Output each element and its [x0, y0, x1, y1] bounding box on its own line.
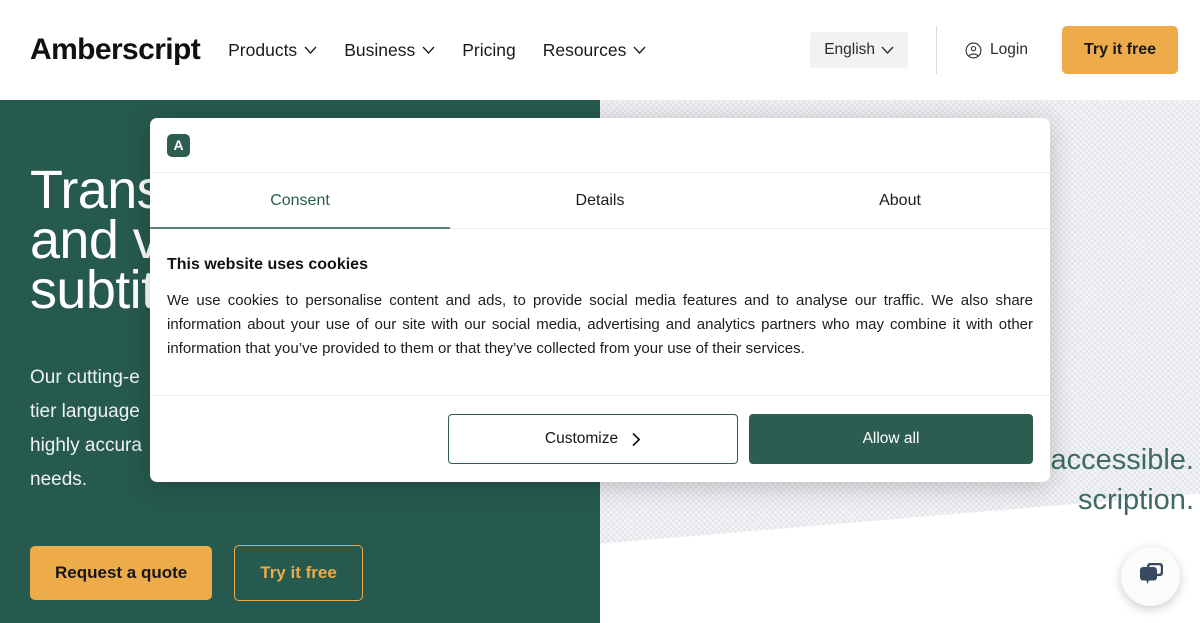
cookie-dialog-title: This website uses cookies [167, 256, 368, 273]
chat-widget-button[interactable] [1121, 547, 1180, 606]
nav-item-products[interactable]: Products [228, 40, 317, 61]
brand-logo[interactable]: Amberscript [30, 33, 201, 67]
try-it-free-button[interactable]: Try it free [1061, 26, 1178, 74]
user-circle-icon [965, 42, 982, 58]
nav-label: Products [228, 39, 298, 60]
chat-bubbles-icon [1136, 560, 1166, 593]
login-link[interactable]: Login [965, 41, 1028, 59]
customize-button[interactable]: Customize [448, 414, 738, 464]
nav-item-resources[interactable]: Resources [543, 40, 647, 61]
language-selector[interactable]: English [810, 32, 909, 68]
request-a-quote-button[interactable]: Request a quote [30, 546, 213, 600]
main-nav-links: Products Business Pricing Resources [228, 40, 646, 61]
tab-consent[interactable]: Consent [150, 173, 450, 229]
cookie-dialog-footer: Customize Allow all [150, 395, 1050, 482]
nav-label: Resources [542, 39, 627, 60]
cookie-dialog-description: We use cookies to personalise content an… [167, 292, 1033, 357]
cookie-dialog-header: A [150, 118, 1050, 173]
chevron-down-icon [304, 46, 317, 54]
chevron-down-icon [881, 46, 894, 54]
tab-details[interactable]: Details [450, 173, 750, 228]
chevron-down-icon [633, 46, 646, 54]
nav-item-pricing[interactable]: Pricing [462, 40, 516, 61]
nav-item-business[interactable]: Business [344, 40, 435, 61]
nav-divider [936, 26, 938, 74]
chevron-down-icon [422, 46, 435, 54]
chevron-right-icon [632, 432, 641, 446]
customize-label: Customize [544, 430, 619, 447]
amberscript-logo-icon: A [167, 133, 190, 157]
nav-label: Business [344, 39, 416, 60]
tab-about[interactable]: About [750, 173, 1050, 228]
cookie-dialog-body: This website uses cookies We use cookies… [150, 229, 1050, 395]
nav-right-group: English Login Try it free [810, 0, 1200, 100]
hero-try-it-free-button[interactable]: Try it free [234, 545, 363, 601]
nav-label: Pricing [462, 39, 516, 60]
hero-right-caption: accessible. scription. [1050, 444, 1194, 516]
allow-all-button[interactable]: Allow all [749, 414, 1033, 464]
language-label: English [824, 41, 876, 58]
login-label: Login [990, 41, 1028, 58]
cookie-consent-dialog: A Consent Details About This website use… [150, 118, 1050, 482]
page-root: accessible. scription. Trans and v subti… [0, 0, 1200, 623]
cookie-dialog-tabs: Consent Details About [150, 173, 1050, 229]
top-navigation-bar: Amberscript Products Business Pricing Re… [0, 0, 1200, 100]
hero-button-group: Request a quote Try it free [30, 545, 600, 601]
